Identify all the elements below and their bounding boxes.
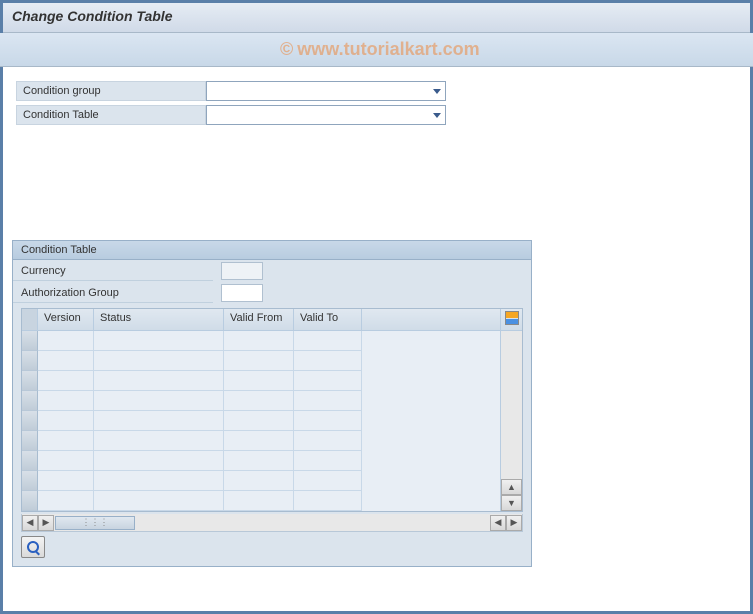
scroll-up-button[interactable]: ▲ [501,479,522,495]
table-row [22,471,500,491]
cell-valid-from[interactable] [224,331,294,351]
horizontal-scrollbar[interactable]: ◀ ▶ ⋮⋮⋮ ◀ ▶ [21,514,523,532]
cell-status[interactable] [94,391,224,411]
row-selector[interactable] [22,451,38,471]
cell-version[interactable] [38,331,94,351]
row-selector[interactable] [22,391,38,411]
cell-valid-from[interactable] [224,391,294,411]
cell-valid-from[interactable] [224,351,294,371]
row-selector[interactable] [22,491,38,511]
label-condition-group: Condition group [16,81,206,101]
row-selector-header[interactable] [22,309,38,331]
cell-version[interactable] [38,431,94,451]
row-selector[interactable] [22,471,38,491]
label-currency: Currency [13,262,213,281]
copyright-symbol: © [280,39,293,59]
condition-table-panel: Condition Table Currency Authorization G… [12,240,532,567]
col-valid-to[interactable]: Valid To [294,309,362,331]
table-settings-button[interactable] [500,309,522,331]
cell-valid-to[interactable] [294,491,362,511]
cell-status[interactable] [94,371,224,391]
cell-status[interactable] [94,351,224,371]
row-selector[interactable] [22,331,38,351]
cell-valid-from[interactable] [224,451,294,471]
cell-version[interactable] [38,451,94,471]
table-row [22,391,500,411]
magnifier-icon [27,541,39,553]
label-condition-table: Condition Table [16,105,206,125]
cell-version[interactable] [38,411,94,431]
cell-valid-to[interactable] [294,331,362,351]
panel-title: Condition Table [13,241,531,260]
cell-valid-to[interactable] [294,391,362,411]
grid-rows [22,331,500,511]
table-row [22,431,500,451]
table-row [22,371,500,391]
cell-valid-from[interactable] [224,491,294,511]
scroll-left-end-button[interactable]: ◀ [490,515,506,531]
col-status[interactable]: Status [94,309,224,331]
cell-valid-to[interactable] [294,411,362,431]
table-row [22,411,500,431]
row-selector[interactable] [22,371,38,391]
cell-status[interactable] [94,471,224,491]
table-row [22,351,500,371]
detail-view-button[interactable] [21,536,45,558]
cell-valid-to[interactable] [294,471,362,491]
row-condition-group: Condition group [16,79,737,103]
toolbar: ©www.tutorialkart.com [0,33,753,67]
scroll-thumb[interactable]: ⋮⋮⋮ [55,516,135,530]
col-spacer [362,309,500,331]
cell-valid-from[interactable] [224,471,294,491]
scroll-left-button[interactable]: ◀ [22,515,38,531]
panel-form: Currency Authorization Group [13,260,531,304]
cell-status[interactable] [94,431,224,451]
cell-version[interactable] [38,471,94,491]
row-condition-table: Condition Table [16,103,737,127]
row-selector[interactable] [22,411,38,431]
cell-version[interactable] [38,371,94,391]
cell-valid-from[interactable] [224,411,294,431]
cell-valid-from[interactable] [224,371,294,391]
col-version[interactable]: Version [38,309,94,331]
cell-valid-to[interactable] [294,371,362,391]
grid-body: ▲ ▼ [22,331,522,511]
watermark: ©www.tutorialkart.com [280,39,480,60]
cell-valid-from[interactable] [224,431,294,451]
table-row [22,451,500,471]
cell-version[interactable] [38,391,94,411]
input-currency[interactable] [221,262,263,280]
watermark-text: www.tutorialkart.com [297,39,479,59]
cell-valid-to[interactable] [294,351,362,371]
cell-status[interactable] [94,451,224,471]
scroll-right-button[interactable]: ▶ [506,515,522,531]
label-auth-group: Authorization Group [13,284,213,303]
table-row [22,331,500,351]
row-currency: Currency [13,260,531,282]
table-settings-icon [505,311,519,328]
dropdown-condition-group[interactable] [206,81,446,101]
top-form: Condition group Condition Table [0,67,753,139]
cell-version[interactable] [38,491,94,511]
row-selector[interactable] [22,431,38,451]
cell-status[interactable] [94,491,224,511]
cell-valid-to[interactable] [294,431,362,451]
vertical-scrollbar[interactable]: ▲ ▼ [500,331,522,511]
grid: Version Status Valid From Valid To [21,308,523,512]
row-selector[interactable] [22,351,38,371]
cell-valid-to[interactable] [294,451,362,471]
page-title: Change Condition Table [12,8,741,24]
col-valid-from[interactable]: Valid From [224,309,294,331]
cell-version[interactable] [38,351,94,371]
scroll-down-button[interactable]: ▼ [501,495,522,511]
dropdown-condition-table[interactable] [206,105,446,125]
input-auth-group[interactable] [221,284,263,302]
cell-status[interactable] [94,411,224,431]
title-bar: Change Condition Table [0,0,753,33]
row-auth-group: Authorization Group [13,282,531,304]
grid-header: Version Status Valid From Valid To [22,309,522,331]
scroll-right-step-button[interactable]: ▶ [38,515,54,531]
table-row [22,491,500,511]
cell-status[interactable] [94,331,224,351]
